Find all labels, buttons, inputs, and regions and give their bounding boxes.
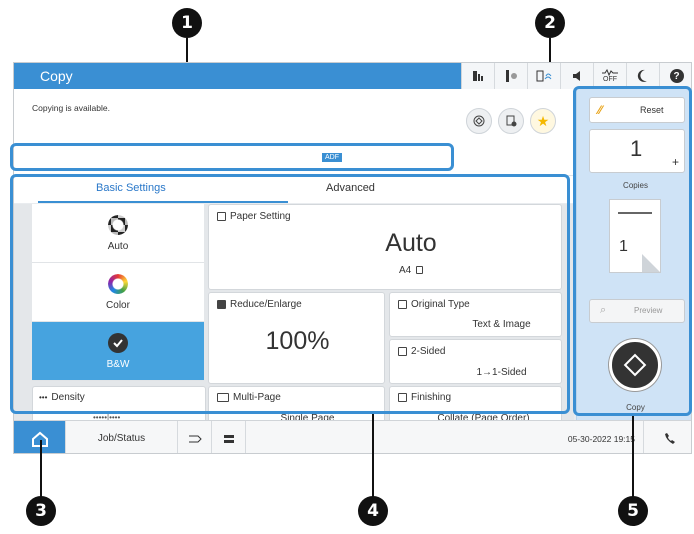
callout-4: 4 [358,496,388,526]
highlight-tabs [10,143,454,171]
maintenance-icon[interactable] [495,63,528,89]
highlight-settings [10,174,570,414]
callout-1: 1 [172,8,202,38]
settings-list-icon[interactable] [498,108,524,134]
wifi-icon[interactable] [528,63,561,89]
callout-3-line [40,440,42,500]
job-status-button[interactable]: Job/Status [66,421,178,453]
callout-2: 2 [535,8,565,38]
favorite-star-icon[interactable]: ★ [530,108,556,134]
job-list-icon[interactable] [212,421,246,453]
bottom-bar: Job/Status 05-30-2022 19:15 [14,420,691,453]
job-status-label: Job/Status [97,433,146,444]
callout-5: 5 [618,496,648,526]
datetime: 05-30-2022 19:15 [514,421,644,453]
highlight-right-panel [573,86,692,416]
fax-icon[interactable] [648,421,691,453]
presets-icon[interactable] [466,108,492,134]
callout-5-line [632,416,634,500]
ink-icon[interactable] [462,63,495,89]
network-off-label: OFF [603,76,617,83]
stop-icon[interactable] [178,421,212,453]
app-title: Copy [40,68,73,84]
callout-4-line [372,414,374,500]
callout-3: 3 [26,496,56,526]
status-message: Copying is available. [32,103,110,113]
help-glyph: ? [669,69,684,83]
